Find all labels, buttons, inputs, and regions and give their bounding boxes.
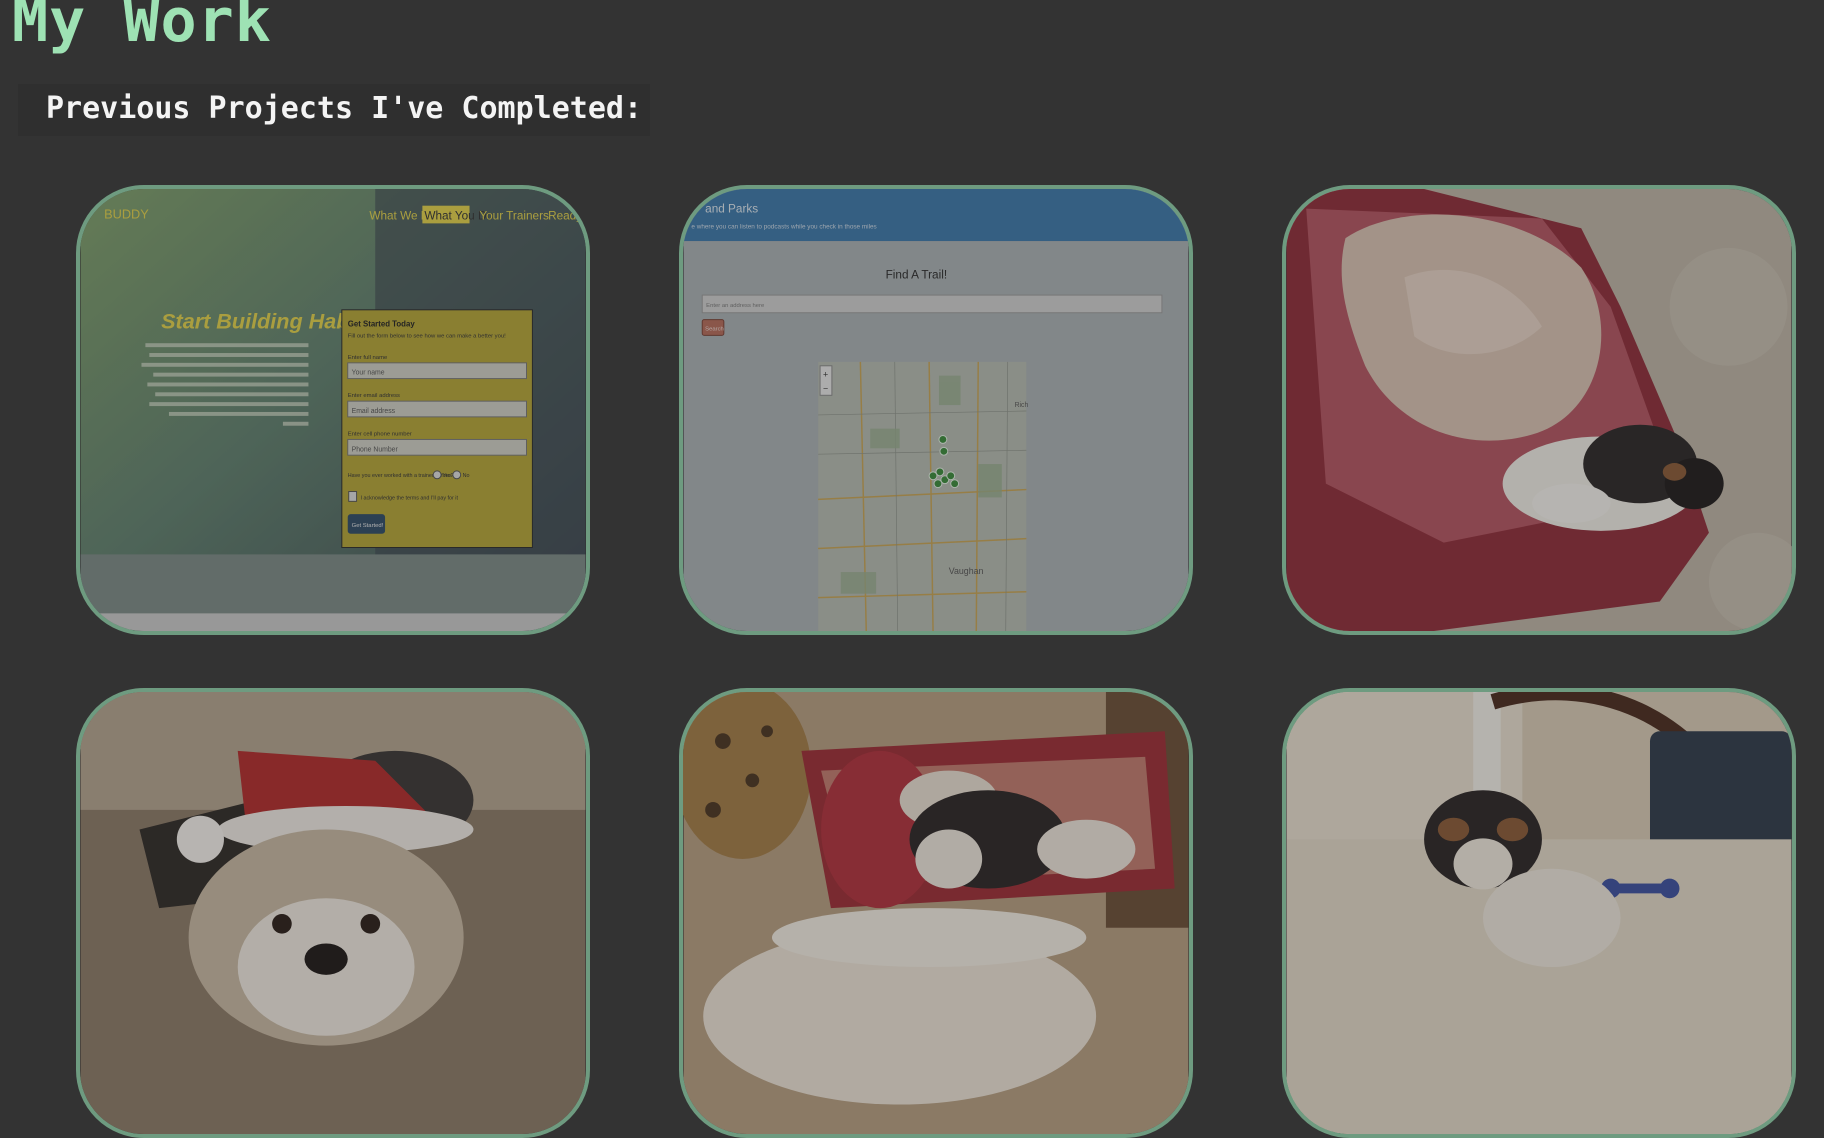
form-name-field: Your name <box>352 370 385 377</box>
project-card-trail-finder[interactable]: and Parks e where you can listen to podc… <box>679 185 1193 635</box>
map-edge-label: Rich <box>1015 402 1029 409</box>
project-card-puppy-bed[interactable] <box>1282 185 1796 635</box>
project-card-fitness-site[interactable]: BUDDY What We Do What You Do Your Traine… <box>76 185 590 635</box>
fitness-site-screenshot: BUDDY What We Do What You Do Your Traine… <box>80 189 586 631</box>
consent-checkbox <box>348 491 358 502</box>
form-phone-label: Enter cell phone number <box>348 432 412 438</box>
form-email-label: Enter email address <box>348 393 400 399</box>
map-zoom-out: − <box>823 383 828 393</box>
puppy-on-rug-photo <box>1286 692 1792 1134</box>
section-banner: Previous Projects I've Completed: <box>18 84 650 136</box>
page-title: My Work <box>12 0 272 56</box>
radio-yes-label: Yes <box>443 473 452 479</box>
project-card-puppy-toys[interactable] <box>679 688 1193 1138</box>
puppy-santa-hat-photo <box>80 692 586 1134</box>
radio-no <box>452 470 462 480</box>
puppy-in-bed-photo <box>1286 189 1792 631</box>
fitness-brand: BUDDY <box>104 206 149 221</box>
form-subheading: Fill out the form below to see how we ca… <box>348 333 506 339</box>
trail-heading: Find A Trail! <box>886 268 947 281</box>
form-submit-label: Get Started! <box>352 523 384 529</box>
radio-yes <box>432 470 442 480</box>
trail-address-input: Enter an address here <box>706 303 764 309</box>
consent-label: I acknowledge the terms and I'll pay for… <box>361 495 459 501</box>
form-name-label: Enter full name <box>348 355 388 361</box>
form-heading: Get Started Today <box>348 320 416 329</box>
section-title: Previous Projects I've Completed: <box>46 91 643 126</box>
map-zoom-in: + <box>823 370 828 380</box>
trail-search-label: Search <box>705 326 724 332</box>
fitness-nav-item: Ready <box>548 209 582 222</box>
trail-site-brand: and Parks <box>705 203 758 216</box>
radio-no-label: No <box>463 473 470 479</box>
project-card-puppy-santa[interactable] <box>76 688 590 1138</box>
trail-site-tagline: e where you can listen to podcasts while… <box>691 223 876 230</box>
map-city-label: Vaughan <box>949 566 984 576</box>
project-card-puppy-rug[interactable] <box>1282 688 1796 1138</box>
trail-finder-screenshot: and Parks e where you can listen to podc… <box>683 189 1189 631</box>
puppy-with-toys-photo <box>683 692 1189 1134</box>
fitness-nav-item: Your Trainers <box>479 209 549 222</box>
form-phone-field: Phone Number <box>352 446 399 453</box>
form-email-field: Email address <box>352 408 396 415</box>
